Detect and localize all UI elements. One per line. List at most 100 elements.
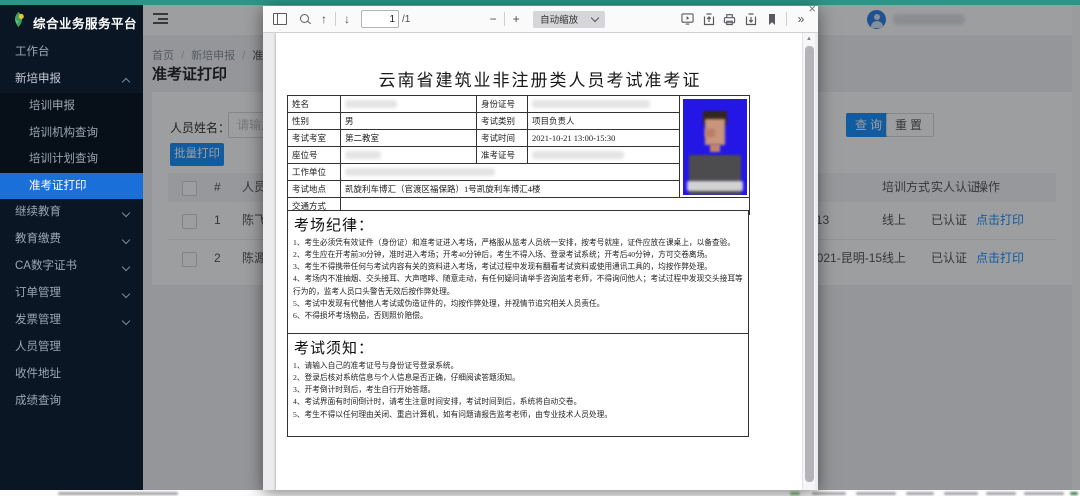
field-label: 身份证号 bbox=[477, 96, 528, 113]
page-down-icon[interactable]: ↓ bbox=[338, 9, 356, 29]
chevron-down-icon bbox=[122, 209, 130, 217]
sidebar: 综合业务服务平台 工作台 新培申报 培训申报 培训机构查询 培训计划查询 准考证… bbox=[0, 5, 143, 490]
sidebar-item-edu-payment[interactable]: 教育缴费 bbox=[0, 226, 143, 253]
zoom-controls: − + 自动缩放 bbox=[484, 9, 605, 29]
sidebar-item-label: 继续教育 bbox=[15, 206, 61, 218]
search-icon[interactable] bbox=[297, 9, 315, 29]
taskbar-icon bbox=[812, 492, 846, 496]
toolbar-divider bbox=[335, 12, 336, 26]
taskbar-text-redacted bbox=[58, 492, 178, 496]
os-taskbar[interactable] bbox=[0, 490, 1080, 496]
taskbar-icon bbox=[944, 492, 978, 496]
sidebar-toggle-icon[interactable] bbox=[271, 9, 289, 29]
field-label: 工作单位 bbox=[288, 164, 341, 181]
pdf-page: 云南省建筑业非注册类人员考试准考证 姓名 身份证号 性别 男 bbox=[276, 33, 804, 490]
field-label: 姓名 bbox=[288, 96, 341, 113]
download-icon[interactable] bbox=[742, 9, 760, 29]
chevron-down-icon bbox=[122, 317, 130, 325]
sidebar-item-label: 教育缴费 bbox=[15, 233, 61, 245]
rule-item: 4、考场内不准抽烟、交头接耳、大声喧哗、随意走动，有任何疑问请举手咨询监考老师，… bbox=[288, 273, 748, 297]
zoom-in-icon[interactable]: + bbox=[507, 9, 525, 29]
page-count-label: /1 bbox=[402, 14, 410, 25]
rule-item: 2、考生应在开考前30分钟，准时进入考场；开考40分钟后，考生不得入场、登录考试… bbox=[288, 249, 748, 261]
scrollbar-thumb[interactable] bbox=[805, 46, 814, 482]
field-value: 男 bbox=[341, 113, 477, 130]
exam-notice-title: 考试须知： bbox=[288, 334, 748, 360]
notice-item: 5、考生不得以任何理由关闭、重启计算机，如有问题请报告监考老师，由专业技术人员处… bbox=[288, 409, 748, 421]
pdf-scrollbar[interactable]: ▲ bbox=[802, 33, 815, 490]
taskbar-icon bbox=[790, 492, 800, 496]
sidebar-item-label: 订单管理 bbox=[15, 287, 61, 299]
field-value: 2021-10-21 13:00-15:30 bbox=[528, 130, 680, 147]
field-value: 第二教室 bbox=[341, 130, 477, 147]
field-value: 项目负责人 bbox=[528, 113, 680, 130]
sidebar-submenu: 培训申报 培训机构查询 培训计划查询 准考证打印 bbox=[0, 93, 143, 199]
field-value-redacted bbox=[341, 147, 477, 164]
sidebar-item-workbench[interactable]: 工作台 bbox=[0, 39, 143, 66]
field-value-redacted bbox=[341, 96, 477, 113]
scroll-up-icon[interactable]: ▲ bbox=[803, 33, 815, 45]
sidebar-item-score-query[interactable]: 成绩查询 bbox=[0, 388, 143, 415]
sidebar-item-order-mgmt[interactable]: 订单管理 bbox=[0, 280, 143, 307]
chevron-down-icon bbox=[122, 290, 130, 298]
sidebar-item-training-plan-query[interactable]: 培训计划查询 bbox=[0, 146, 143, 173]
sidebar-item-training-org-query[interactable]: 培训机构查询 bbox=[0, 120, 143, 147]
open-file-icon[interactable] bbox=[700, 9, 718, 29]
zoom-select[interactable]: 自动缩放 bbox=[533, 11, 605, 28]
field-label: 座位号 bbox=[288, 147, 341, 164]
field-value: 凯旋利车博汇（官渡区福保路）1号凯旋利车博汇4楼 bbox=[341, 181, 680, 198]
sidebar-item-ticket-print[interactable]: 准考证打印 bbox=[0, 173, 143, 200]
sidebar-item-label: 发票管理 bbox=[15, 314, 61, 326]
notice-item: 1、请输入自己的准考证号与身份证号登录系统。 bbox=[288, 360, 748, 372]
toolbar-divider bbox=[786, 12, 787, 26]
presentation-mode-icon[interactable] bbox=[679, 9, 697, 29]
field-value-redacted bbox=[528, 147, 680, 164]
sidebar-item-continuing-edu[interactable]: 继续教育 bbox=[0, 199, 143, 226]
taskbar-icon bbox=[986, 492, 1016, 496]
field-value-redacted bbox=[341, 164, 680, 181]
page-up-icon[interactable]: ↑ bbox=[315, 9, 333, 29]
zoom-out-icon[interactable]: − bbox=[484, 9, 502, 29]
pdf-toolbar: ↑ ↓ /1 − + 自动缩放 bbox=[263, 6, 818, 33]
sidebar-item-personnel-mgmt[interactable]: 人员管理 bbox=[0, 334, 143, 361]
exam-rules-title: 考场纪律： bbox=[288, 211, 748, 237]
rule-item: 5、考试中发现有代替他人考试或伪造证件的，均按作弊处理，并视情节追究相关人员责任… bbox=[288, 298, 748, 310]
chevron-down-icon bbox=[591, 13, 599, 21]
exam-notice-section: 考试须知： 1、请输入自己的准考证号与身份证号登录系统。 2、登录后核对系统信息… bbox=[287, 333, 749, 437]
taskbar-icon bbox=[1024, 492, 1064, 496]
bookmark-icon[interactable] bbox=[763, 9, 781, 29]
sidebar-item-shipping-address[interactable]: 收件地址 bbox=[0, 361, 143, 388]
taskbar-icon bbox=[856, 492, 896, 496]
rule-item: 3、考生不得携带任何与考试内容有关的资料进入考场，考试过程中发现有翻看考试资料或… bbox=[288, 261, 748, 273]
sidebar-item-new-training[interactable]: 新培申报 bbox=[0, 66, 143, 93]
chevron-down-icon bbox=[122, 263, 130, 271]
sidebar-item-invoice-mgmt[interactable]: 发票管理 bbox=[0, 307, 143, 334]
field-label: 准考证号 bbox=[477, 147, 528, 164]
taskbar-icon bbox=[1070, 492, 1078, 496]
notice-item: 4、考试界面有时间倒计时，请考生注意时间安排，考试时间到后，系统将自动交卷。 bbox=[288, 396, 748, 408]
id-photo bbox=[680, 96, 750, 198]
platform-title: 综合业务服务平台 bbox=[33, 13, 137, 32]
page-number-input[interactable] bbox=[361, 10, 399, 28]
more-tools-icon[interactable]: » bbox=[792, 9, 810, 29]
rule-item: 1、考生必须凭有效证件（身份证）和准考证进入考场，严格服从监考人员统一安排，按考… bbox=[288, 237, 748, 249]
sidebar-item-ca-certificate[interactable]: CA数字证书 bbox=[0, 253, 143, 280]
field-label: 性别 bbox=[288, 113, 341, 130]
pdf-toolbar-right: » bbox=[679, 9, 810, 29]
field-label: 考试地点 bbox=[288, 181, 341, 198]
rule-item: 6、不得损坏考场物品，否则照价赔偿。 bbox=[288, 310, 748, 322]
sidebar-menu: 工作台 新培申报 培训申报 培训机构查询 培训计划查询 准考证打印 继续教育 教… bbox=[0, 39, 143, 415]
pdf-viewer-modal: × ↑ ↓ /1 − + 自动缩放 bbox=[263, 6, 818, 490]
zoom-select-value: 自动缩放 bbox=[540, 12, 578, 26]
print-icon[interactable] bbox=[721, 9, 739, 29]
field-label: 考试类别 bbox=[477, 113, 528, 130]
chevron-down-icon bbox=[122, 236, 130, 244]
sidebar-item-training-declare[interactable]: 培训申报 bbox=[0, 93, 143, 120]
field-value-redacted bbox=[528, 96, 680, 113]
close-icon[interactable]: × bbox=[808, 2, 816, 16]
taskbar-icon bbox=[906, 492, 934, 496]
field-label: 考试考室 bbox=[288, 130, 341, 147]
field-label: 考试时间 bbox=[477, 130, 528, 147]
ticket-info-table: 姓名 身份证号 性别 男 考试类别 项目负责人 bbox=[287, 95, 750, 215]
sidebar-item-label: 新培申报 bbox=[15, 73, 61, 85]
